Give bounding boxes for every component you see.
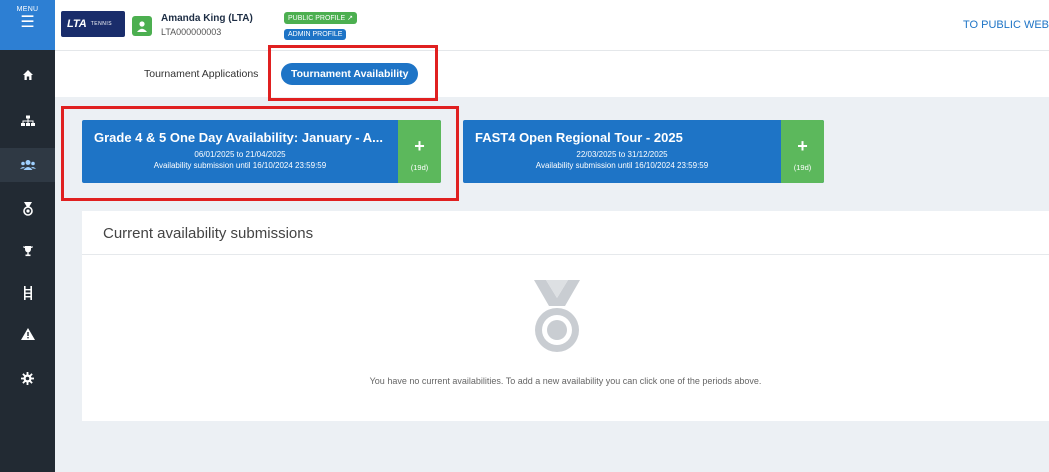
home-icon	[22, 70, 33, 80]
ladder-icon	[23, 286, 32, 300]
period-title: FAST4 Open Regional Tour - 2025	[475, 130, 683, 145]
public-web-link[interactable]: TO PUBLIC WEB	[963, 19, 1049, 31]
highlight-box-card	[61, 106, 459, 201]
user-id: LTA000000003	[161, 27, 222, 37]
menu-button[interactable]: MENU ☰	[0, 0, 55, 50]
medal-icon	[22, 202, 33, 216]
period-card-body[interactable]: FAST4 Open Regional Tour - 2025 22/03/20…	[463, 120, 781, 183]
user-name: Amanda King (LTA)	[161, 13, 253, 24]
admin-profile-label: ADMIN PROFILE	[288, 31, 343, 38]
tab-tournament-applications[interactable]: Tournament Applications	[144, 68, 258, 80]
menu-label: MENU	[16, 6, 39, 13]
logo-subtext: TENNIS	[90, 21, 113, 27]
period-submission-deadline: Availability submission until 16/10/2024…	[535, 161, 709, 170]
sidebar-item-home[interactable]	[0, 58, 55, 92]
sidebar-item-ladders[interactable]	[0, 276, 55, 310]
users-icon	[19, 160, 36, 170]
avatar[interactable]	[132, 16, 152, 36]
lta-logo[interactable]: LTA TENNIS	[61, 11, 125, 37]
external-link-icon: ↗	[347, 15, 354, 22]
logo-text: LTA	[67, 18, 87, 30]
admin-profile-button[interactable]: ADMIN PROFILE	[284, 29, 347, 40]
highlight-box-tab	[268, 45, 438, 101]
user-icon	[137, 20, 147, 32]
sidebar-item-rankings[interactable]	[0, 192, 55, 226]
add-availability-button[interactable]: + (19d)	[781, 120, 824, 183]
hamburger-icon: ☰	[20, 14, 35, 31]
top-header: LTA TENNIS Amanda King (LTA) LTA00000000…	[55, 0, 1049, 51]
sidebar-item-alerts[interactable]	[0, 317, 55, 351]
sidebar-item-settings[interactable]	[0, 361, 55, 395]
days-remaining: (19d)	[793, 163, 812, 172]
plus-icon: +	[797, 136, 808, 156]
divider	[82, 254, 1049, 255]
sidebar-item-people[interactable]	[0, 148, 55, 182]
availability-period-card[interactable]: FAST4 Open Regional Tour - 2025 22/03/20…	[463, 120, 824, 183]
empty-state-message: You have no current availabilities. To a…	[369, 376, 762, 386]
org-chart-icon	[20, 115, 35, 126]
trophy-icon	[22, 246, 33, 257]
tabs-bar: Tournament Applications Tournament Avail…	[55, 51, 1049, 97]
warning-icon	[20, 328, 35, 340]
gear-icon	[21, 371, 34, 385]
public-profile-label: PUBLIC PROFILE	[288, 15, 346, 22]
panel-title: Current availability submissions	[103, 225, 314, 242]
public-profile-button[interactable]: PUBLIC PROFILE ↗	[284, 12, 358, 24]
period-dates: 22/03/2025 to 31/12/2025	[576, 150, 668, 159]
medal-icon	[532, 280, 582, 361]
sidebar-item-tournaments[interactable]	[0, 234, 55, 268]
sidebar: MENU ☰	[0, 0, 55, 472]
sidebar-item-organisation[interactable]	[0, 104, 55, 138]
